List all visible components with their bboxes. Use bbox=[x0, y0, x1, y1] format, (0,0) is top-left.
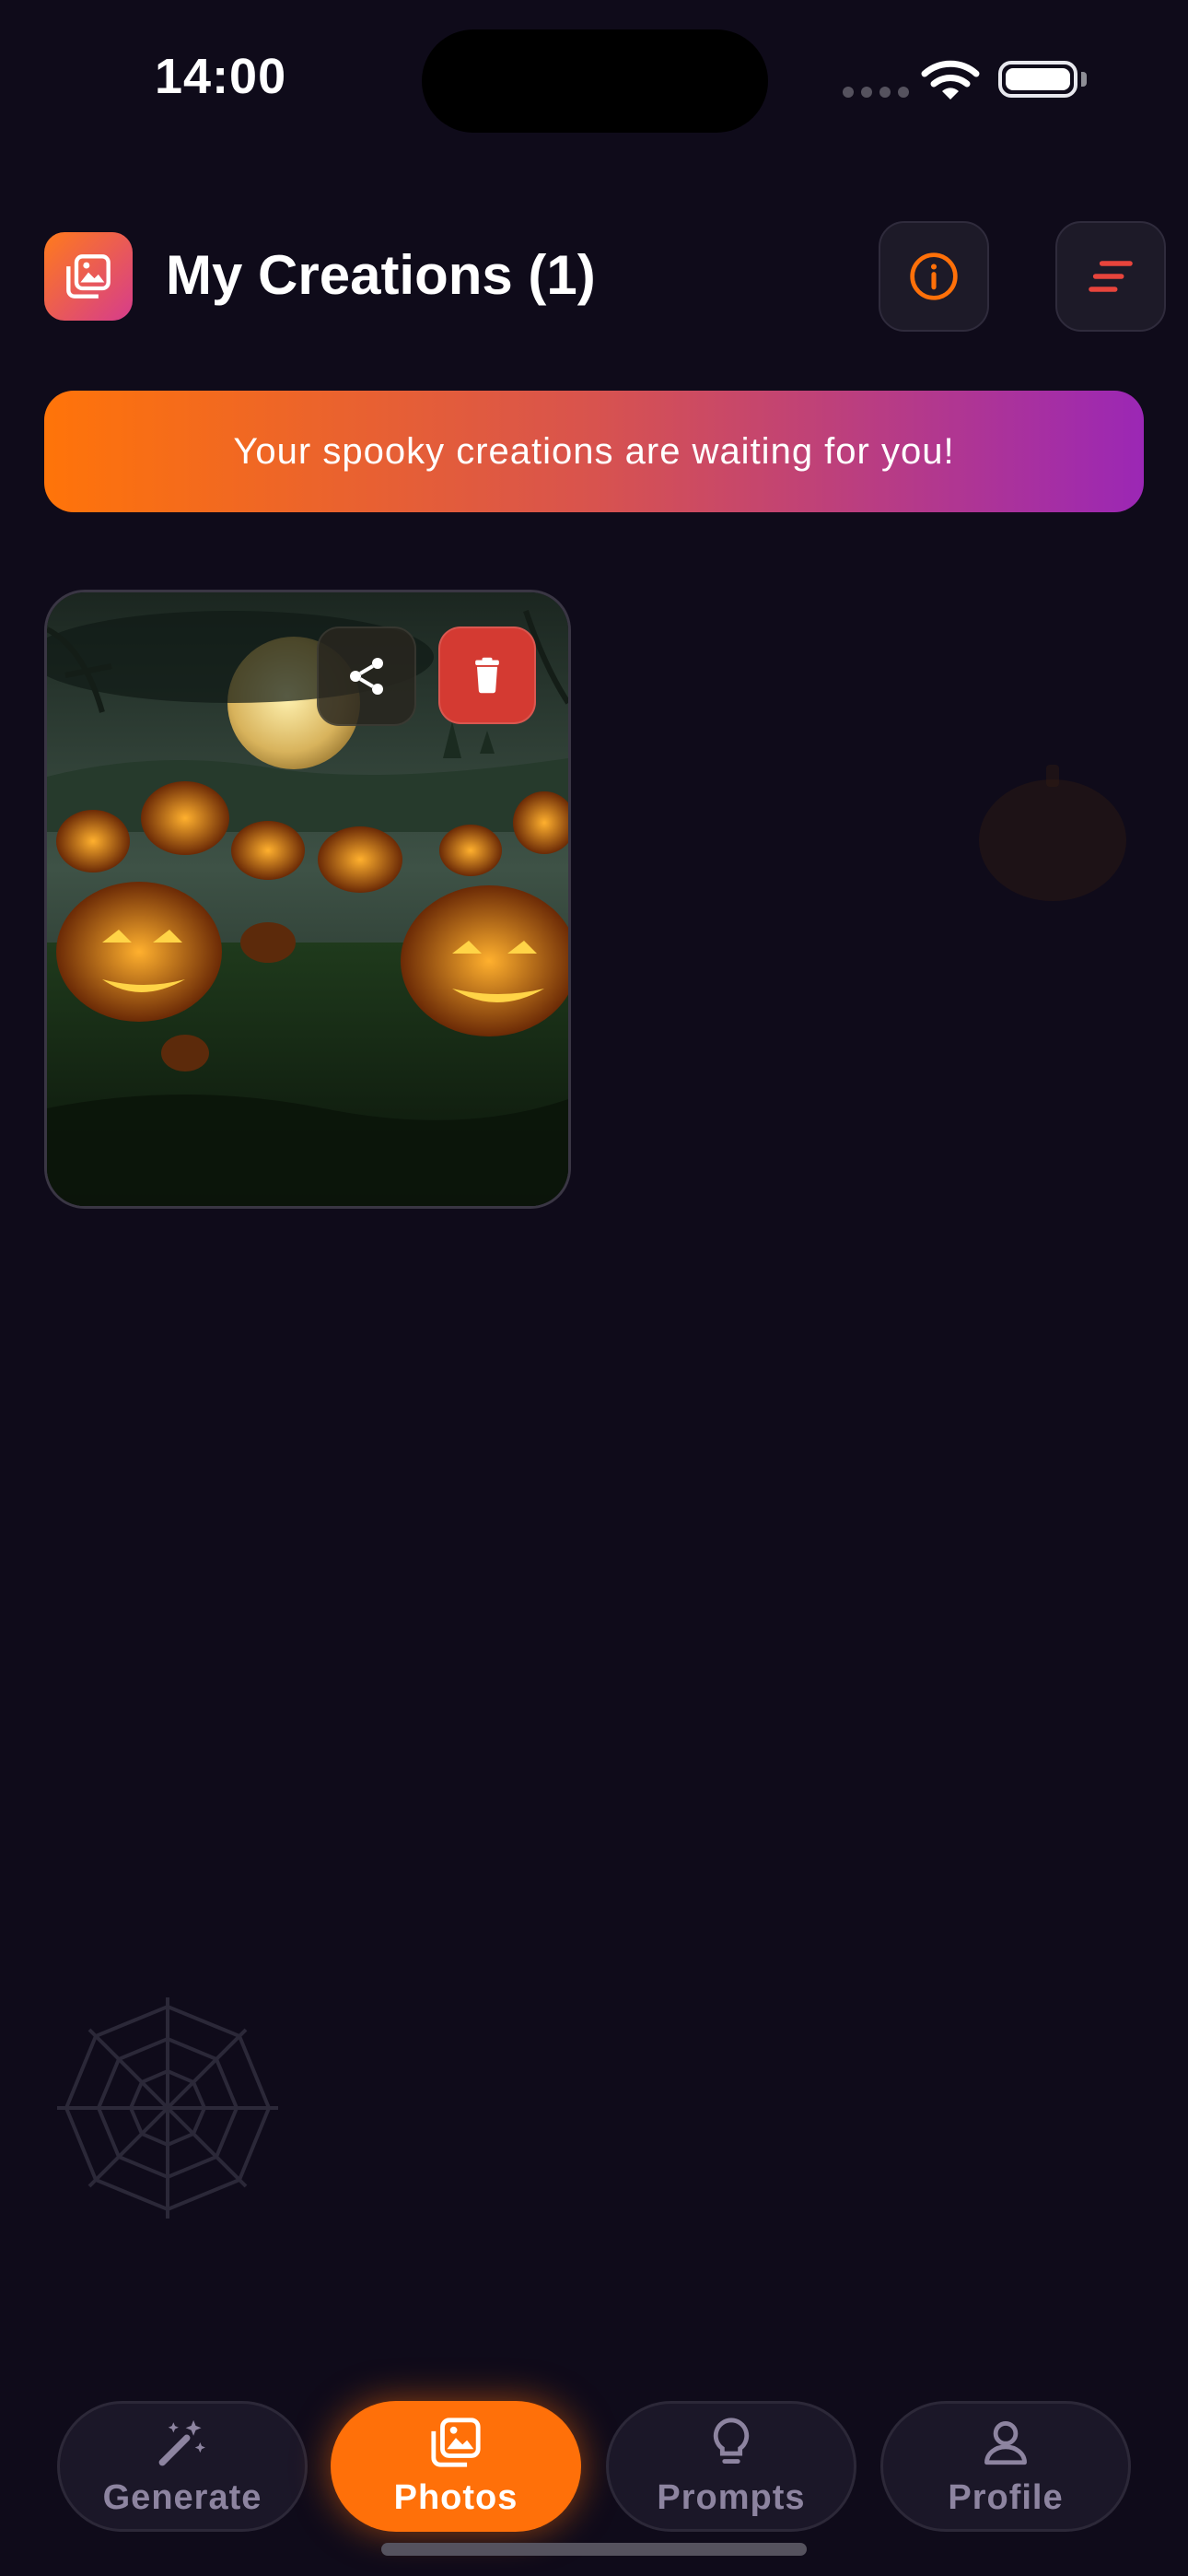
page-title: My Creations (1) bbox=[166, 244, 596, 306]
tab-prompts-label: Prompts bbox=[657, 2477, 806, 2517]
trash-icon bbox=[475, 657, 499, 694]
lightbulb-icon bbox=[713, 2417, 750, 2464]
sort-icon bbox=[1089, 261, 1133, 292]
tab-photos[interactable]: Photos bbox=[331, 2401, 581, 2532]
tab-generate[interactable]: Generate bbox=[57, 2401, 308, 2532]
user-icon bbox=[984, 2420, 1027, 2465]
share-button[interactable] bbox=[317, 626, 416, 726]
cellular-signal-icon bbox=[843, 87, 909, 98]
info-button[interactable] bbox=[879, 221, 989, 332]
battery-cap bbox=[1081, 72, 1087, 87]
sort-button[interactable] bbox=[1055, 221, 1166, 332]
wifi-icon bbox=[921, 60, 980, 100]
battery-icon bbox=[998, 61, 1077, 98]
pumpkin-decoration-icon bbox=[979, 765, 1126, 901]
promo-banner: Your spooky creations are waiting for yo… bbox=[44, 391, 1144, 512]
tab-profile[interactable]: Profile bbox=[880, 2401, 1131, 2532]
tab-photos-label: Photos bbox=[393, 2477, 518, 2517]
share-icon bbox=[350, 658, 383, 695]
tab-prompts[interactable]: Prompts bbox=[606, 2401, 856, 2532]
delete-button[interactable] bbox=[438, 626, 536, 724]
tab-profile-label: Profile bbox=[948, 2477, 1064, 2517]
dynamic-island bbox=[422, 29, 768, 133]
magic-wand-icon bbox=[158, 2419, 205, 2465]
status-time: 14:00 bbox=[155, 49, 287, 104]
spider-web-decoration-icon bbox=[57, 1997, 278, 2219]
home-indicator[interactable] bbox=[381, 2543, 807, 2556]
gallery-icon bbox=[431, 2417, 481, 2467]
gallery-icon bbox=[44, 232, 133, 321]
tab-generate-label: Generate bbox=[102, 2477, 262, 2517]
info-icon bbox=[910, 252, 958, 300]
